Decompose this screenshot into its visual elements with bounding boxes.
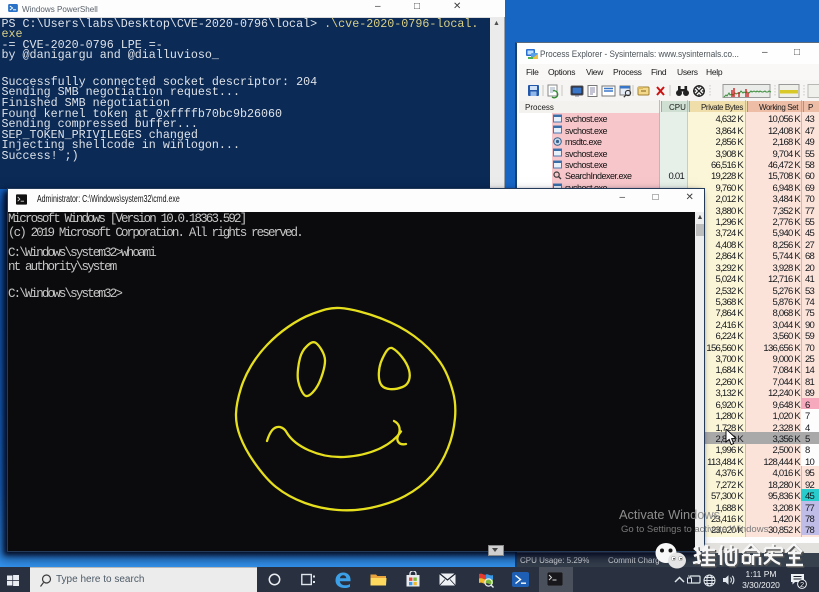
svg-text:2: 2 — [800, 580, 804, 589]
